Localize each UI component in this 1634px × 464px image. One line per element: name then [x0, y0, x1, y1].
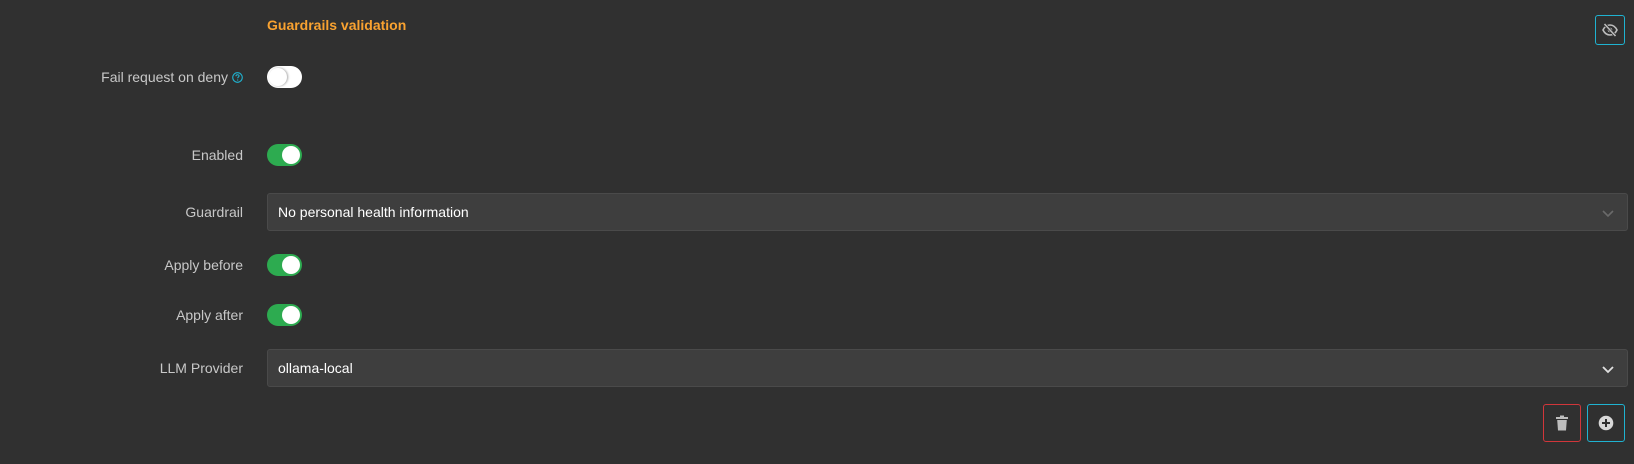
toggle-knob [282, 306, 300, 324]
field-fail-request-on-deny: Fail request on deny [0, 59, 1634, 95]
guardrail-select[interactable]: No personal health information [267, 193, 1628, 231]
field-apply-before: Apply before [0, 247, 1634, 283]
plus-circle-icon [1598, 415, 1614, 431]
llm-provider-label: LLM Provider [159, 360, 243, 376]
field-guardrail: Guardrail No personal health information [0, 193, 1634, 231]
chevron-down-icon [1602, 366, 1614, 374]
hide-section-button[interactable] [1595, 15, 1625, 45]
chevron-down-icon [1602, 210, 1614, 218]
guardrails-validation-panel: Guardrails validation Fail request on de… [0, 0, 1634, 464]
field-apply-after: Apply after [0, 297, 1634, 333]
trash-icon [1556, 415, 1568, 431]
apply-after-label: Apply after [176, 307, 243, 323]
apply-before-toggle[interactable] [267, 254, 302, 276]
section-title: Guardrails validation [267, 17, 407, 33]
fail-request-label: Fail request on deny [101, 59, 243, 95]
toggle-knob [282, 256, 300, 274]
toggle-knob [282, 146, 300, 164]
fail-request-label-text: Fail request on deny [101, 69, 228, 85]
guardrail-select-value: No personal health information [278, 204, 469, 220]
field-llm-provider: LLM Provider ollama-local [0, 349, 1634, 387]
eye-slash-icon [1602, 23, 1618, 37]
add-button[interactable] [1587, 404, 1625, 442]
guardrail-label: Guardrail [185, 204, 243, 220]
apply-before-label: Apply before [164, 257, 243, 273]
enabled-label: Enabled [191, 147, 243, 163]
enabled-toggle[interactable] [267, 144, 302, 166]
toggle-knob [269, 68, 287, 86]
fail-request-toggle[interactable] [267, 66, 302, 88]
field-enabled: Enabled [0, 137, 1634, 173]
delete-button[interactable] [1543, 404, 1581, 442]
llm-provider-select-value: ollama-local [278, 360, 353, 376]
llm-provider-select[interactable]: ollama-local [267, 349, 1628, 387]
question-circle-icon[interactable] [232, 72, 243, 83]
apply-after-toggle[interactable] [267, 304, 302, 326]
